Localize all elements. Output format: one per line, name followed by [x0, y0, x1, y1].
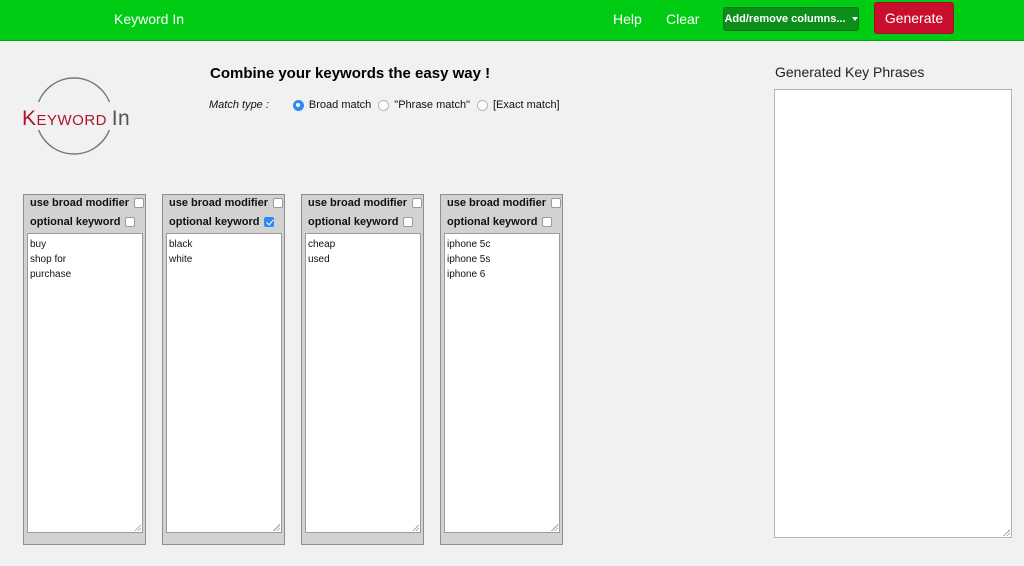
keyword-line: iphone 5c: [447, 239, 491, 250]
broad-modifier-label: use broad modifier: [308, 197, 408, 209]
optional-keyword-option[interactable]: optional keyword: [308, 216, 414, 228]
resize-grip-icon[interactable]: [1003, 529, 1010, 536]
phrase-match-label: "Phrase match": [394, 99, 470, 111]
logo-graphic: KEYWORD In: [20, 77, 140, 155]
broad-modifier-label: use broad modifier: [169, 197, 269, 209]
generate-label: Generate: [884, 10, 944, 26]
keywords-textarea-3[interactable]: cheap used: [305, 233, 421, 533]
optional-keyword-option[interactable]: optional keyword: [447, 216, 553, 228]
keyword-line: purchase: [30, 269, 72, 280]
broad-modifier-checkbox[interactable]: [134, 198, 145, 208]
brand-link[interactable]: Keyword In: [114, 11, 184, 27]
caret-down-icon: [851, 17, 858, 21]
optional-keyword-option[interactable]: optional keyword: [169, 216, 275, 228]
exact-match-option[interactable]: [Exact match]: [476, 99, 560, 111]
keywords-textarea-4[interactable]: iphone 5c iphone 5s iphone 6: [444, 233, 560, 533]
keyword-line: used: [308, 254, 330, 265]
broad-modifier-label: use broad modifier: [30, 197, 130, 209]
optional-keyword-option[interactable]: optional keyword: [30, 216, 136, 228]
broad-modifier-option[interactable]: use broad modifier: [308, 197, 423, 209]
keyword-line: shop for: [30, 254, 67, 265]
match-type-label: Match type :: [209, 99, 269, 111]
optional-keyword-label: optional keyword: [447, 216, 538, 228]
keyword-line: white: [169, 254, 193, 265]
add-remove-columns-button[interactable]: Add/remove columns...: [723, 7, 859, 31]
broad-modifier-checkbox[interactable]: [273, 198, 284, 208]
keywordin-logo: KEYWORD In: [20, 76, 140, 158]
generated-phrases-textarea[interactable]: [774, 89, 1012, 538]
broad-modifier-option[interactable]: use broad modifier: [30, 197, 145, 209]
broad-modifier-label: use broad modifier: [447, 197, 547, 209]
resize-grip-icon[interactable]: [551, 524, 558, 531]
optional-keyword-checkbox[interactable]: [264, 217, 275, 227]
keyword-line: cheap: [308, 239, 336, 250]
keyword-column-4: use broad modifier optional keyword ipho…: [440, 194, 563, 545]
optional-keyword-label: optional keyword: [308, 216, 399, 228]
broad-match-label: Broad match: [308, 99, 372, 111]
phrase-match-radio[interactable]: [378, 99, 390, 111]
optional-keyword-checkbox[interactable]: [403, 217, 414, 227]
keywords-textarea-2[interactable]: black white: [166, 233, 282, 533]
add-remove-columns-label: Add/remove columns...: [724, 13, 846, 25]
phrase-match-option[interactable]: "Phrase match": [378, 99, 470, 111]
keyword-line: black: [169, 239, 193, 250]
top-navbar: Keyword In Help Clear Add/remove columns…: [0, 0, 1024, 41]
resize-grip-icon[interactable]: [273, 524, 280, 531]
broad-match-option[interactable]: Broad match: [292, 99, 372, 111]
optional-keyword-checkbox[interactable]: [542, 217, 553, 227]
keyword-column-3: use broad modifier optional keyword chea…: [301, 194, 424, 545]
keyword-line: iphone 5s: [447, 254, 491, 265]
broad-modifier-option[interactable]: use broad modifier: [169, 197, 284, 209]
broad-modifier-checkbox[interactable]: [412, 198, 423, 208]
broad-match-radio[interactable]: [292, 99, 304, 111]
match-type-group: Match type : Broad match "Phrase match" …: [209, 99, 567, 111]
optional-keyword-label: optional keyword: [169, 216, 260, 228]
exact-match-label: [Exact match]: [492, 99, 560, 111]
keyword-line: buy: [30, 239, 47, 250]
resize-grip-icon[interactable]: [412, 524, 419, 531]
generate-button[interactable]: Generate: [874, 2, 954, 34]
keyword-line: iphone 6: [447, 269, 486, 280]
broad-modifier-option[interactable]: use broad modifier: [447, 197, 562, 209]
resize-grip-icon[interactable]: [134, 524, 141, 531]
clear-link[interactable]: Clear: [666, 11, 699, 27]
page-headline: Combine your keywords the easy way !: [210, 65, 491, 82]
help-link[interactable]: Help: [613, 11, 642, 27]
generated-phrases-title: Generated Key Phrases: [775, 64, 925, 80]
optional-keyword-checkbox[interactable]: [125, 217, 136, 227]
keywords-textarea-1[interactable]: buy shop for purchase: [27, 233, 143, 533]
broad-modifier-checkbox[interactable]: [551, 198, 562, 208]
keyword-column-1: use broad modifier optional keyword buy …: [23, 194, 146, 545]
optional-keyword-label: optional keyword: [30, 216, 121, 228]
keyword-column-2: use broad modifier optional keyword blac…: [162, 194, 285, 545]
exact-match-radio[interactable]: [476, 99, 488, 111]
